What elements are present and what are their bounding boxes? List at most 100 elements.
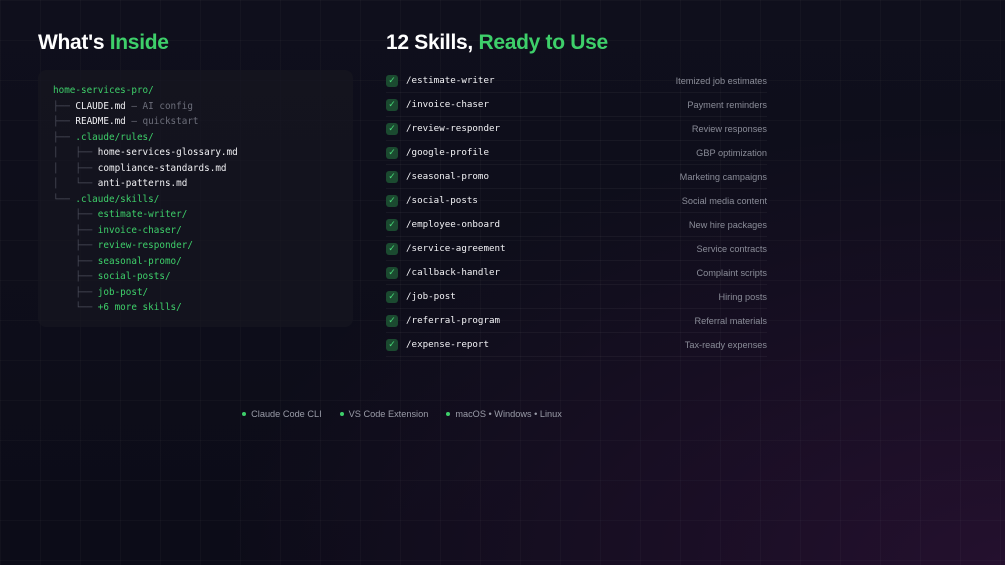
- tree-branch: └──: [53, 193, 76, 205]
- heading-main: What's: [38, 31, 105, 54]
- tree-line: └── .claude/skills/: [53, 192, 353, 208]
- skill-description: GBP optimization: [696, 147, 767, 158]
- checkmark-icon: ✓: [386, 338, 398, 351]
- tree-folder-name: home-services-pro/: [53, 85, 154, 96]
- tree-folder-name: job-post/: [97, 286, 149, 298]
- skill-row: ✓ /referral-program Referral materials: [386, 309, 767, 333]
- tree-line: ├── invoice-chaser/: [53, 223, 353, 239]
- tree-folder-name: seasonal-promo/: [97, 255, 182, 267]
- platform-footer: Claude Code CLI VS Code Extension macOS • …: [0, 409, 804, 419]
- skill-description: Service contracts: [696, 243, 767, 254]
- tree-line: │ ├── compliance-standards.md: [53, 161, 353, 177]
- tree-file-name: CLAUDE.md: [75, 100, 126, 112]
- footer-label: macOS • Windows • Linux: [455, 409, 562, 419]
- tree-branch: │ ├──: [53, 162, 98, 174]
- skill-command: /callback-handler: [406, 267, 501, 278]
- skill-row: ✓ /service-agreement Service contracts: [386, 237, 767, 261]
- tree-branch: ├──: [53, 286, 98, 298]
- checkmark-icon: ✓: [386, 122, 398, 135]
- tree-file-name: anti-patterns.md: [97, 178, 188, 189]
- heading-accent: Inside: [109, 31, 169, 54]
- tree-line: │ └── anti-patterns.md: [53, 176, 353, 192]
- tree-file-name: compliance-standards.md: [97, 162, 227, 174]
- bullet-dot-icon: [446, 412, 451, 416]
- tree-comment: — AI config: [125, 100, 193, 112]
- skill-command: /service-agreement: [406, 243, 506, 254]
- tree-line: │ ├── home-services-glossary.md: [53, 145, 353, 161]
- checkmark-icon: ✓: [386, 194, 398, 207]
- tree-folder-name: estimate-writer/: [97, 209, 188, 220]
- tree-branch: ├──: [53, 224, 98, 236]
- skill-row: ✓ /expense-report Tax-ready expenses: [386, 333, 767, 357]
- file-tree-panel: home-services-pro/ ├── CLAUDE.md — AI con…: [38, 70, 353, 327]
- heading-accent: Ready to Use: [478, 31, 608, 54]
- tree-branch: ├──: [53, 116, 76, 127]
- skill-command: /employee-onboard: [406, 219, 501, 230]
- tree-line: ├── estimate-writer/: [53, 207, 353, 223]
- tree-branch: └──: [53, 302, 98, 313]
- heading-main: 12 Skills,: [386, 31, 473, 54]
- skill-row: ✓ /estimate-writer Itemized job estimates: [386, 69, 767, 93]
- checkmark-icon: ✓: [386, 146, 398, 159]
- tree-branch: ├──: [53, 209, 98, 220]
- tree-line: ├── social-posts/: [53, 269, 353, 285]
- footer-label: VS Code Extension: [348, 409, 429, 419]
- tree-line: └── +6 more skills/: [53, 300, 353, 316]
- skill-command-group: ✓ /social-posts: [386, 194, 478, 207]
- skill-description: Hiring posts: [718, 291, 767, 302]
- tree-line: ├── .claude/rules/: [53, 130, 353, 146]
- tree-file-name: home-services-glossary.md: [97, 147, 238, 158]
- skill-row: ✓ /callback-handler Complaint scripts: [386, 261, 767, 285]
- tree-branch: │ └──: [53, 178, 98, 189]
- checkmark-icon: ✓: [386, 170, 398, 183]
- skill-row: ✓ /invoice-chaser Payment reminders: [386, 93, 767, 117]
- tree-line: ├── README.md — quickstart: [53, 114, 353, 130]
- skill-row: ✓ /social-posts Social media content: [386, 189, 767, 213]
- tree-branch: ├──: [53, 255, 98, 267]
- tree-branch: ├──: [53, 271, 98, 282]
- checkmark-icon: ✓: [386, 242, 398, 255]
- checkmark-icon: ✓: [386, 314, 398, 327]
- skill-command: /seasonal-promo: [406, 171, 489, 182]
- skill-row: ✓ /review-responder Review responses: [386, 117, 767, 141]
- skill-command: /estimate-writer: [406, 75, 495, 86]
- tree-folder-name: review-responder/: [97, 240, 193, 251]
- skill-row: ✓ /seasonal-promo Marketing campaigns: [386, 165, 767, 189]
- skill-row: ✓ /google-profile GBP optimization: [386, 141, 767, 165]
- skill-command: /review-responder: [406, 123, 501, 134]
- skill-command-group: ✓ /estimate-writer: [386, 74, 495, 87]
- skill-command-group: ✓ /callback-handler: [386, 266, 501, 279]
- skill-command-group: ✓ /seasonal-promo: [386, 170, 489, 183]
- skill-command: /expense-report: [406, 339, 489, 350]
- footer-item: macOS • Windows • Linux: [446, 409, 562, 419]
- skills-heading: 12 Skills, Ready to Use: [386, 31, 608, 55]
- tree-line: home-services-pro/: [53, 83, 353, 99]
- skill-description: Marketing campaigns: [679, 171, 767, 182]
- checkmark-icon: ✓: [386, 98, 398, 111]
- skill-command-group: ✓ /job-post: [386, 290, 456, 303]
- footer-item: VS Code Extension: [339, 409, 429, 419]
- tree-branch: ├──: [53, 240, 98, 251]
- skill-command: /job-post: [406, 291, 456, 302]
- tree-folder-name: .claude/skills/: [75, 193, 160, 205]
- skill-description: Review responses: [691, 123, 767, 134]
- skill-command-group: ✓ /google-profile: [386, 146, 489, 159]
- checkmark-icon: ✓: [386, 218, 398, 231]
- skill-command-group: ✓ /referral-program: [386, 314, 500, 327]
- skill-row: ✓ /employee-onboard New hire packages: [386, 213, 767, 237]
- tree-line: ├── review-responder/: [53, 238, 353, 254]
- whats-inside-heading: What's Inside: [38, 31, 169, 55]
- tree-line: ├── seasonal-promo/: [53, 254, 353, 270]
- skill-command-group: ✓ /employee-onboard: [386, 218, 501, 231]
- skill-description: Complaint scripts: [696, 267, 767, 278]
- skill-command-group: ✓ /expense-report: [386, 338, 489, 351]
- footer-item: Claude Code CLI: [242, 409, 322, 419]
- skill-command: /invoice-chaser: [406, 99, 489, 110]
- skill-command: /social-posts: [406, 195, 478, 206]
- tree-line: ├── CLAUDE.md — AI config: [53, 99, 353, 115]
- bullet-dot-icon: [339, 412, 344, 416]
- skill-description: Payment reminders: [687, 99, 767, 110]
- tree-line: ├── job-post/: [53, 285, 353, 301]
- skill-command-group: ✓ /invoice-chaser: [386, 98, 489, 111]
- footer-label: Claude Code CLI: [251, 409, 322, 419]
